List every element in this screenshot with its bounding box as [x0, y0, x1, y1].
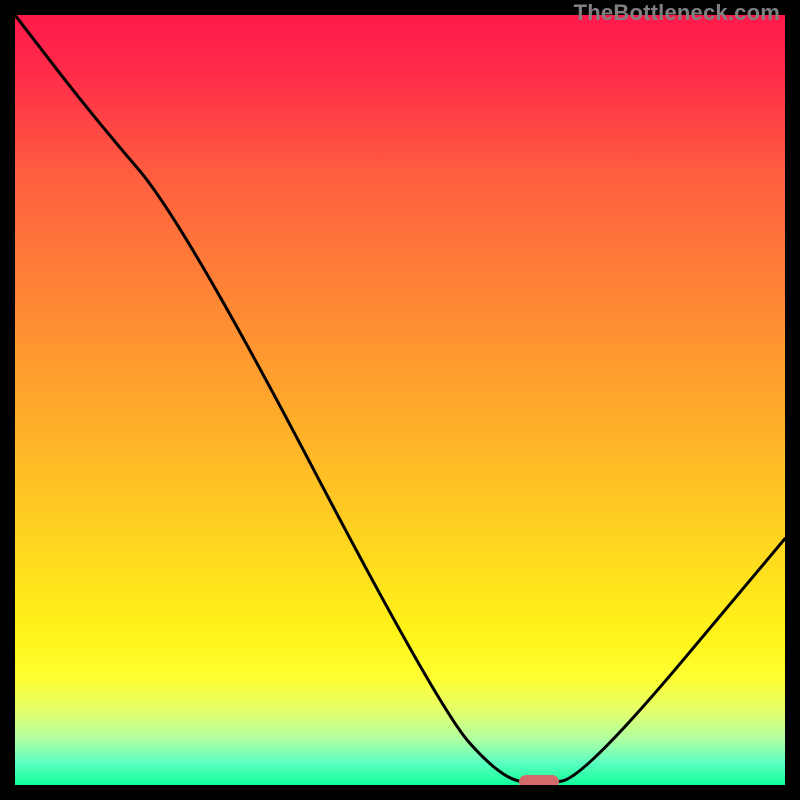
watermark-text: TheBottleneck.com	[574, 0, 780, 26]
plot-frame	[0, 0, 800, 800]
chart-stage: TheBottleneck.com	[0, 0, 800, 800]
